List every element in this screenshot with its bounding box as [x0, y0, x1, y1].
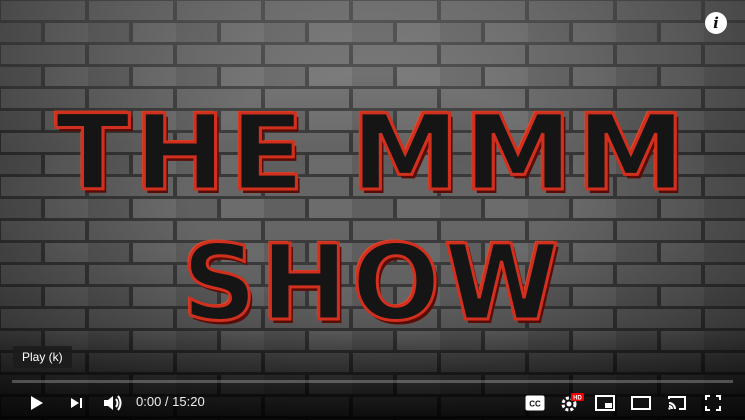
time-display: 0:00 / 15:20 — [136, 386, 205, 420]
next-button[interactable] — [62, 386, 90, 420]
time-separator: / — [161, 394, 173, 409]
theater-icon — [631, 396, 651, 410]
fullscreen-icon — [705, 395, 721, 411]
control-bar: 0:00 / 15:20 CC HD — [0, 386, 745, 420]
play-button[interactable] — [20, 386, 52, 420]
current-time: 0:00 — [136, 394, 162, 409]
video-player[interactable]: THE MMM SHOW i Play (k) 0:00 / 15:20 CC … — [0, 0, 745, 420]
theater-mode-button[interactable] — [628, 386, 654, 420]
svg-text:HD: HD — [573, 396, 582, 402]
logo-line-1: THE MMM — [54, 91, 690, 216]
miniplayer-button[interactable] — [592, 386, 618, 420]
play-tooltip: Play (k) — [13, 346, 72, 368]
miniplayer-icon — [595, 395, 615, 411]
fullscreen-button[interactable] — [700, 386, 726, 420]
cc-text: CC — [529, 400, 541, 409]
subtitles-button[interactable]: CC — [522, 386, 548, 420]
settings-button[interactable]: HD — [558, 386, 586, 420]
logo-line-2: SHOW — [180, 221, 564, 346]
volume-icon — [104, 395, 122, 411]
subtitles-icon: CC — [525, 395, 545, 411]
play-icon — [31, 396, 43, 410]
cast-button[interactable] — [664, 386, 690, 420]
cast-icon — [668, 396, 686, 410]
settings-icon: HD — [561, 393, 584, 412]
mute-button[interactable] — [98, 386, 128, 420]
duration: 15:20 — [172, 394, 205, 409]
next-icon — [71, 398, 82, 408]
info-icon[interactable]: i — [705, 12, 727, 34]
progress-bar[interactable] — [12, 380, 733, 383]
